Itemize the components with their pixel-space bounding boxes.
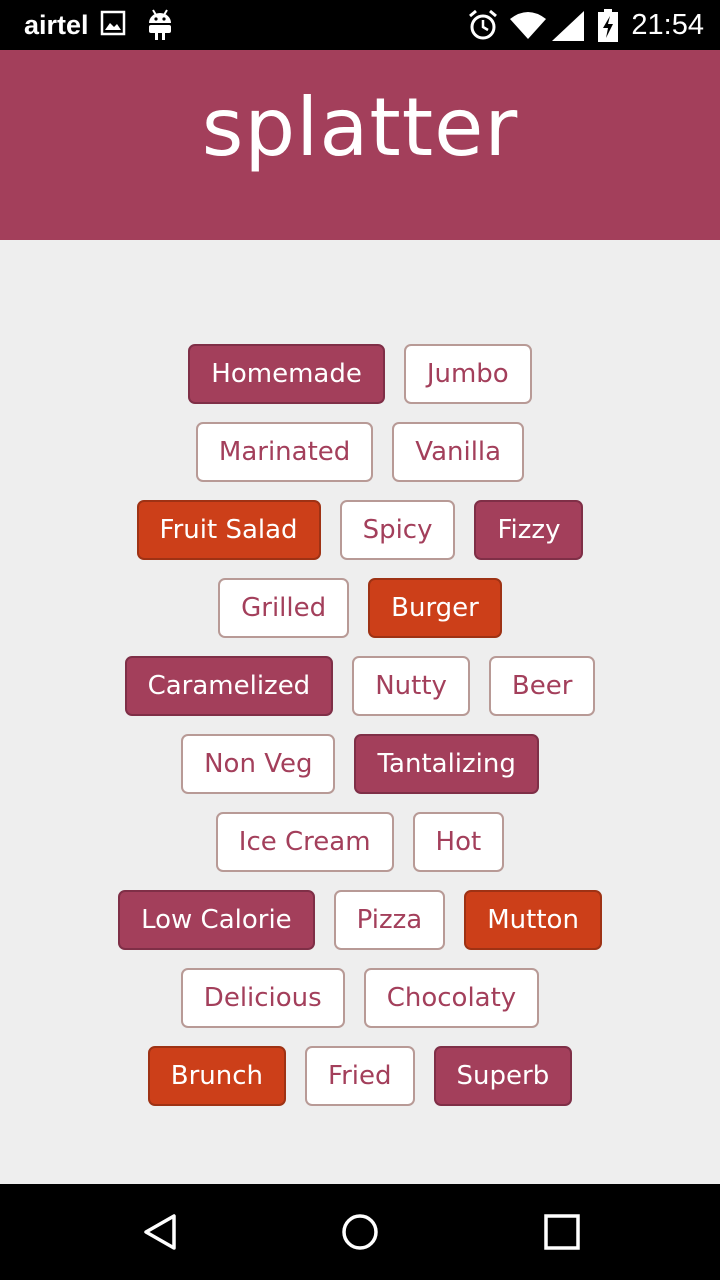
- tag-tantalizing-button[interactable]: Tantalizing: [354, 734, 539, 794]
- image-icon: [100, 10, 126, 40]
- tag-brunch-button[interactable]: Brunch: [147, 1046, 287, 1106]
- app-title: splatter: [201, 81, 519, 174]
- tag-row: Caramelized Nutty Beer: [0, 656, 720, 716]
- tag-hot-button[interactable]: Hot: [412, 812, 505, 872]
- tag-row: Marinated Vanilla: [0, 422, 720, 482]
- tag-row: Ice Cream Hot: [0, 812, 720, 872]
- tag-spicy-button[interactable]: Spicy: [339, 500, 456, 560]
- tag-grilled-button[interactable]: Grilled: [218, 578, 350, 638]
- home-icon[interactable]: [340, 1212, 380, 1252]
- tag-delicious-button[interactable]: Delicious: [180, 968, 345, 1028]
- tag-row: Delicious Chocolaty: [0, 968, 720, 1028]
- navigation-bar: [0, 1184, 720, 1280]
- tag-pizza-button[interactable]: Pizza: [333, 890, 446, 950]
- recents-icon[interactable]: [542, 1212, 582, 1252]
- tag-fruit-salad-button[interactable]: Fruit Salad: [136, 500, 321, 560]
- tag-nutty-button[interactable]: Nutty: [352, 656, 470, 716]
- tag-low-calorie-button[interactable]: Low Calorie: [118, 890, 315, 950]
- tag-chocolaty-button[interactable]: Chocolaty: [363, 968, 540, 1028]
- tag-homemade-button[interactable]: Homemade: [188, 344, 385, 404]
- tag-marinated-button[interactable]: Marinated: [195, 422, 374, 482]
- back-icon[interactable]: [140, 1212, 180, 1252]
- tag-row: Grilled Burger: [0, 578, 720, 638]
- tag-row: Non Veg Tantalizing: [0, 734, 720, 794]
- tag-fried-button[interactable]: Fried: [305, 1046, 415, 1106]
- tag-superb-button[interactable]: Superb: [433, 1046, 573, 1106]
- tag-beer-button[interactable]: Beer: [488, 656, 596, 716]
- battery-charging-icon: [597, 9, 619, 47]
- tag-jumbo-button[interactable]: Jumbo: [403, 344, 532, 404]
- tag-row: Brunch Fried Superb: [0, 1046, 720, 1106]
- tag-caramelized-button[interactable]: Caramelized: [124, 656, 334, 716]
- tag-non-veg-button[interactable]: Non Veg: [181, 734, 336, 794]
- tag-mutton-button[interactable]: Mutton: [464, 890, 602, 950]
- clock: 21:54: [631, 9, 704, 41]
- tag-ice-cream-button[interactable]: Ice Cream: [215, 812, 394, 872]
- tag-cloud: Homemade Jumbo Marinated Vanilla Fruit Salad…: [0, 344, 720, 1124]
- alarm-icon: [468, 9, 498, 45]
- tag-burger-button[interactable]: Burger: [368, 578, 502, 638]
- status-bar: airtel 21:54: [0, 0, 720, 50]
- tag-vanilla-button[interactable]: Vanilla: [392, 422, 525, 482]
- carrier-label: airtel: [24, 10, 89, 40]
- tag-row: Fruit Salad Spicy Fizzy: [0, 500, 720, 560]
- signal-icon: [552, 11, 584, 45]
- android-icon: [146, 8, 174, 46]
- tag-fizzy-button[interactable]: Fizzy: [474, 500, 584, 560]
- tag-row: Homemade Jumbo: [0, 344, 720, 404]
- wifi-icon: [510, 11, 546, 43]
- tag-row: Low Calorie Pizza Mutton: [0, 890, 720, 950]
